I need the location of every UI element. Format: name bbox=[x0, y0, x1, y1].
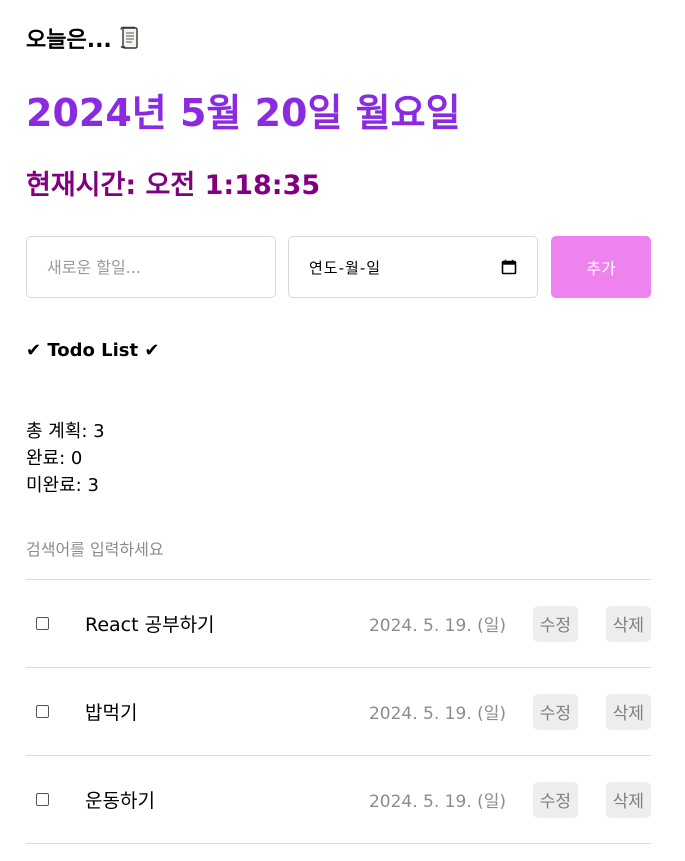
todo-date: 2024. 5. 19. (일) bbox=[368, 704, 506, 724]
undone-count: 미완료: 3 bbox=[26, 475, 99, 496]
date-picker-value: 연도-월-일 bbox=[309, 258, 382, 277]
todo-app: 오늘은... 2024년 5월 20일 월요일 현재시간: 오전 1:18:35… bbox=[0, 0, 685, 861]
current-time: 현재시간: 오전 1:18:35 bbox=[26, 170, 321, 201]
date-picker[interactable]: 연도-월-일 bbox=[288, 236, 538, 298]
delete-button[interactable]: 삭제 bbox=[605, 781, 651, 818]
todo-editor: 연도-월-일 추가 bbox=[26, 236, 651, 298]
todo-list-title: ✔ Todo List ✔ bbox=[26, 340, 160, 361]
total-count: 총 계획: 3 bbox=[26, 421, 105, 442]
date-title: 2024년 5월 20일 월요일 bbox=[26, 91, 461, 135]
todo-content: 운동하기 bbox=[85, 790, 155, 812]
todo-item: 운동하기 2024. 5. 19. (일) 수정 삭제 bbox=[26, 756, 651, 844]
todo-content: 밥먹기 bbox=[85, 702, 138, 724]
todo-item: 밥먹기 2024. 5. 19. (일) 수정 삭제 bbox=[26, 668, 651, 756]
todo-stats: 총 계획: 3 완료: 0 미완료: 3 bbox=[26, 418, 105, 499]
greeting-text: 오늘은... bbox=[26, 28, 112, 53]
add-button[interactable]: 추가 bbox=[551, 236, 651, 298]
todo-content: React 공부하기 bbox=[85, 614, 215, 636]
todo-list: React 공부하기 2024. 5. 19. (일) 수정 삭제 밥먹기 20… bbox=[26, 579, 651, 844]
todo-checkbox[interactable] bbox=[36, 793, 49, 806]
calendar-icon[interactable] bbox=[501, 259, 517, 275]
edit-button[interactable]: 수정 bbox=[532, 605, 578, 642]
todo-date: 2024. 5. 19. (일) bbox=[368, 616, 506, 636]
edit-button[interactable]: 수정 bbox=[532, 693, 578, 730]
scroll-icon bbox=[120, 26, 138, 49]
search-input[interactable] bbox=[26, 534, 651, 564]
todo-item: React 공부하기 2024. 5. 19. (일) 수정 삭제 bbox=[26, 580, 651, 668]
new-todo-input[interactable] bbox=[26, 236, 276, 298]
greeting-header: 오늘은... bbox=[26, 22, 140, 54]
delete-button[interactable]: 삭제 bbox=[605, 605, 651, 642]
todo-checkbox[interactable] bbox=[36, 705, 49, 718]
delete-button[interactable]: 삭제 bbox=[605, 693, 651, 730]
done-count: 완료: 0 bbox=[26, 448, 83, 469]
edit-button[interactable]: 수정 bbox=[532, 781, 578, 818]
todo-checkbox[interactable] bbox=[36, 617, 49, 630]
todo-date: 2024. 5. 19. (일) bbox=[368, 792, 506, 812]
